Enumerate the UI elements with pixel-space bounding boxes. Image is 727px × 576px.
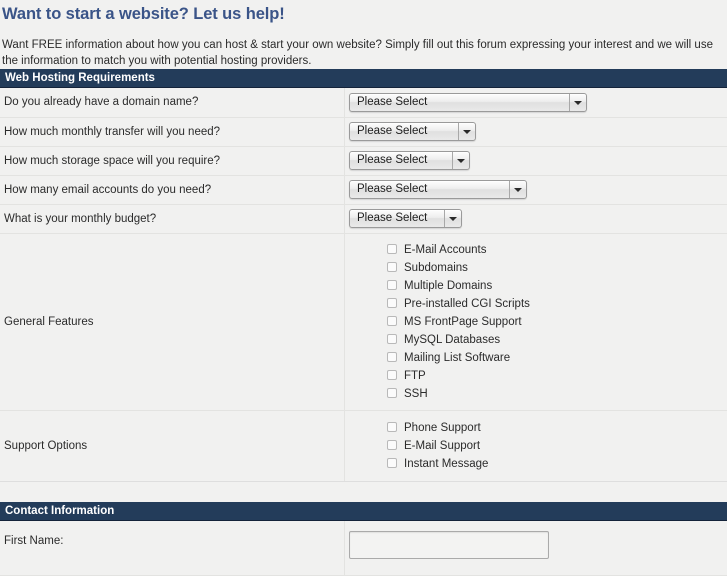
table-row: Support Options Phone Support E-Mail Sup…: [0, 410, 727, 481]
checkbox-instant-message[interactable]: [387, 458, 397, 468]
field-cell-domain-name: Please Select: [345, 88, 727, 117]
checkbox-label: E-Mail Accounts: [404, 244, 486, 256]
checkbox-label: FTP: [404, 370, 426, 382]
select-monthly-transfer[interactable]: Please Select: [349, 122, 476, 141]
web-hosting-requirements-table: Do you already have a domain name? Pleas…: [0, 88, 727, 482]
table-row: General Features E-Mail Accounts Subdoma…: [0, 233, 727, 410]
chevron-down-icon[interactable]: [444, 210, 461, 227]
list-item: Instant Message: [349, 455, 727, 473]
group-label-support-options: Support Options: [0, 410, 345, 481]
checkbox-mailing-list-software[interactable]: [387, 352, 397, 362]
chevron-down-icon[interactable]: [458, 123, 475, 140]
field-cell-monthly-transfer: Please Select: [345, 117, 727, 146]
checkbox-e-mail-support[interactable]: [387, 440, 397, 450]
list-item: E-Mail Accounts: [349, 241, 727, 259]
checkbox-ms-frontpage-support[interactable]: [387, 316, 397, 326]
table-row: How much monthly transfer will you need?…: [0, 117, 727, 146]
support-options-checkbox-group: Phone Support E-Mail Support Instant Mes…: [345, 410, 727, 481]
checkbox-label: Mailing List Software: [404, 352, 510, 364]
question-label-monthly-budget: What is your monthly budget?: [0, 204, 345, 233]
support-options-list: Phone Support E-Mail Support Instant Mes…: [349, 412, 727, 480]
checkbox-multiple-domains[interactable]: [387, 280, 397, 290]
checkbox-phone-support[interactable]: [387, 422, 397, 432]
contact-information-table: First Name:: [0, 521, 727, 576]
checkbox-ssh[interactable]: [387, 388, 397, 398]
table-row: How many email accounts do you need? Ple…: [0, 175, 727, 204]
checkbox-label: Subdomains: [404, 262, 468, 274]
question-label-domain-name: Do you already have a domain name?: [0, 88, 345, 117]
checkbox-label: MySQL Databases: [404, 334, 500, 346]
question-label-monthly-transfer: How much monthly transfer will you need?: [0, 117, 345, 146]
checkbox-subdomains[interactable]: [387, 262, 397, 272]
checkbox-label: MS FrontPage Support: [404, 316, 522, 328]
checkbox-pre-installed-cgi-scripts[interactable]: [387, 298, 397, 308]
checkbox-label: Multiple Domains: [404, 280, 492, 292]
field-cell-email-accounts: Please Select: [345, 175, 727, 204]
section-header-contact-information: Contact Information: [0, 502, 727, 521]
field-cell-monthly-budget: Please Select: [345, 204, 727, 233]
table-row: What is your monthly budget? Please Sele…: [0, 204, 727, 233]
checkbox-mysql-databases[interactable]: [387, 334, 397, 344]
list-item: Phone Support: [349, 419, 727, 437]
checkbox-label: E-Mail Support: [404, 440, 480, 452]
chevron-down-icon[interactable]: [509, 181, 526, 198]
hosting-signup-page: Want to start a website? Let us help! Wa…: [0, 5, 727, 576]
list-item: Mailing List Software: [349, 349, 727, 367]
group-label-general-features: General Features: [0, 233, 345, 410]
list-item: MySQL Databases: [349, 331, 727, 349]
table-row: Do you already have a domain name? Pleas…: [0, 88, 727, 117]
page-title: Want to start a website? Let us help!: [2, 5, 727, 24]
field-cell-storage-space: Please Select: [345, 146, 727, 175]
section-spacer: [0, 482, 727, 502]
table-row: First Name:: [0, 521, 727, 576]
checkbox-label: Phone Support: [404, 422, 481, 434]
general-features-checkbox-group: E-Mail Accounts Subdomains Multiple Doma…: [345, 233, 727, 410]
checkbox-e-mail-accounts[interactable]: [387, 244, 397, 254]
select-storage-space[interactable]: Please Select: [349, 151, 470, 170]
chevron-down-icon[interactable]: [569, 94, 586, 111]
checkbox-label: SSH: [404, 388, 428, 400]
checkbox-label: Pre-installed CGI Scripts: [404, 298, 530, 310]
chevron-down-icon[interactable]: [452, 152, 469, 169]
contact-rows: First Name:: [0, 521, 727, 576]
select-monthly-transfer-value: Please Select: [350, 123, 475, 140]
list-item: E-Mail Support: [349, 437, 727, 455]
intro-paragraph: Want FREE information about how you can …: [2, 37, 724, 69]
table-row: How much storage space will you require?…: [0, 146, 727, 175]
select-domain-name[interactable]: Please Select: [349, 93, 587, 112]
hosting-rows: Do you already have a domain name? Pleas…: [0, 88, 727, 481]
list-item: Pre-installed CGI Scripts: [349, 295, 727, 313]
list-item: Subdomains: [349, 259, 727, 277]
list-item: MS FrontPage Support: [349, 313, 727, 331]
list-item: Multiple Domains: [349, 277, 727, 295]
field-cell-first-name: [345, 521, 727, 576]
select-email-accounts-value: Please Select: [350, 181, 526, 198]
checkbox-ftp[interactable]: [387, 370, 397, 380]
select-domain-name-value: Please Select: [350, 94, 586, 111]
list-item: FTP: [349, 367, 727, 385]
checkbox-label: Instant Message: [404, 458, 488, 470]
select-monthly-budget[interactable]: Please Select: [349, 209, 462, 228]
list-item: SSH: [349, 385, 727, 403]
question-label-storage-space: How much storage space will you require?: [0, 146, 345, 175]
general-features-list: E-Mail Accounts Subdomains Multiple Doma…: [349, 234, 727, 410]
select-email-accounts[interactable]: Please Select: [349, 180, 527, 199]
question-label-email-accounts: How many email accounts do you need?: [0, 175, 345, 204]
field-label-first-name: First Name:: [0, 521, 345, 576]
section-header-web-hosting-requirements: Web Hosting Requirements: [0, 69, 727, 88]
